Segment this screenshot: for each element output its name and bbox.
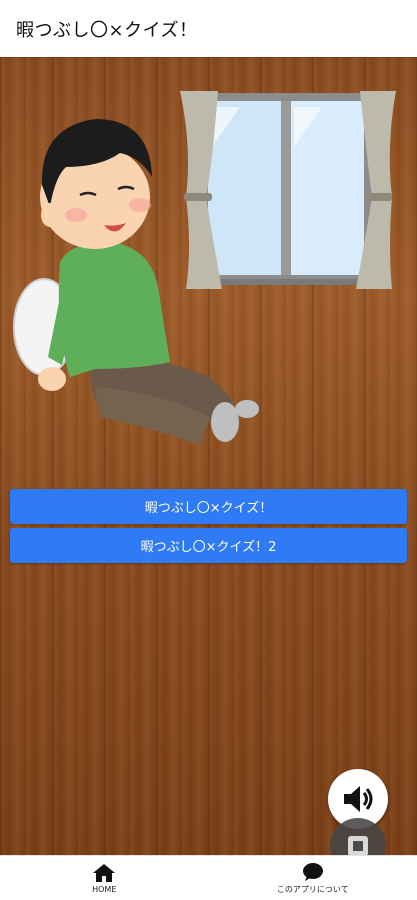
nav-item-home[interactable]: HOME: [0, 856, 209, 900]
quiz-1-button[interactable]: 暇つぶし〇×クイズ！: [10, 489, 407, 524]
speaker-icon: [344, 786, 373, 812]
quiz-2-button[interactable]: 暇つぶし〇×クイズ！2: [10, 528, 407, 563]
main-content: 暇つぶし〇×クイズ！ 暇つぶし〇×クイズ！2: [0, 57, 417, 855]
nav-item-about[interactable]: このアプリについて: [209, 856, 417, 900]
hero-illustration: [13, 91, 396, 445]
stop-button[interactable]: [330, 818, 386, 855]
bottom-navigation: HOME このアプリについて: [0, 855, 417, 900]
chat-bubble-icon: [302, 862, 323, 881]
nav-label-home: HOME: [92, 884, 117, 894]
app-title: 暇つぶし〇×クイズ！: [16, 19, 198, 41]
nav-label-about: このアプリについて: [276, 884, 349, 894]
home-icon: [93, 863, 116, 882]
app-bar: 暇つぶし〇×クイズ！: [0, 0, 417, 57]
window-illustration: [180, 91, 396, 289]
stop-icon: [348, 836, 368, 855]
